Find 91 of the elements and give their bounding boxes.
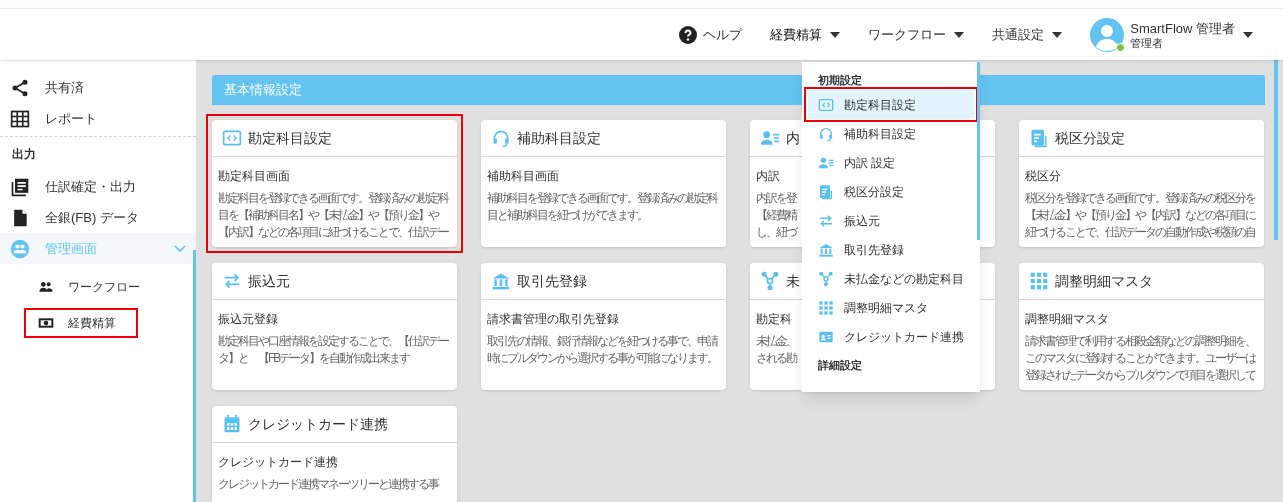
menu-item[interactable]: 内訳 設定 [808, 148, 974, 177]
money-icon [38, 315, 54, 331]
card-subtitle: 勘定科目画面 [218, 168, 290, 185]
caret-icon [954, 31, 965, 38]
menu-item[interactable]: クレジットカード連携 [808, 322, 974, 351]
card-subtitle: 調整明細マスタ [1025, 311, 1109, 328]
card-subtitle: 補助科目画面 [487, 168, 559, 185]
admin-icon [10, 238, 30, 259]
settings-card[interactable]: 調整明細マスタ 調整明細マスタ 請求書管理で利用する相殺金額などの調整明細を、 このマスタに登録することができます。ユーザーは 登録されたデータからプルダウンで項目を選択して [1019, 263, 1264, 390]
grid-icon [1029, 271, 1049, 291]
menu-item[interactable]: 取引先登録 [808, 235, 974, 264]
headset-icon [818, 125, 834, 142]
arrows-icon [818, 212, 834, 229]
settings-card[interactable]: 取引先登録 請求書管理の取引先登録 取引先の情報、銀行情報などを紐つける事で、申請 時にプルダウンから選択する事が可能になります。 [481, 263, 726, 390]
nav-menu[interactable]: 共通設定 [992, 14, 1063, 55]
arrows-icon [222, 271, 242, 291]
bank-icon [491, 271, 511, 291]
scrollbar[interactable] [1274, 60, 1278, 240]
avatar-icon[interactable] [1090, 17, 1125, 52]
sidebar-item[interactable]: 共有済 [0, 72, 196, 103]
nodes-icon [818, 270, 834, 287]
calendar-icon [222, 414, 242, 434]
share-icon [10, 77, 30, 98]
help-icon [679, 25, 698, 44]
table-icon [10, 108, 30, 129]
user-menu[interactable]: SmartFlow 管理者 管理者 [1130, 20, 1253, 49]
journal-icon [10, 176, 30, 197]
card-subtitle: 税区分 [1025, 168, 1061, 185]
scrollbar[interactable] [977, 62, 980, 240]
chevron-icon [174, 244, 186, 253]
menu-item[interactable]: 調整明細マスタ [808, 293, 974, 322]
card-description: 補助科目を登録できる画面です。登録済みの勘定科 目と補助科目を紐づけができます。 [487, 190, 717, 224]
document-icon [1029, 128, 1049, 148]
sidebar-subitem[interactable]: ワークフロー [26, 274, 146, 300]
document-icon [818, 183, 834, 200]
card-title: 税区分設定 [1055, 128, 1125, 148]
sidebar-subitem[interactable]: 経費精算 [26, 310, 136, 336]
card-description: 勘定科目や口座情報を設定することで、【仕訳デー タ】と 【FBデータ】を自動作成出来ます [218, 333, 448, 367]
card-description: クレジットカード連携マネーツリーと連携する事 [218, 476, 438, 493]
settings-card[interactable]: 勘定科目設定 勘定科目画面 勘定科目を登録できる画面です。登録済みの勘定科 目を【補助科目名】や【未払金】や【預り金】や 【内訳】などの各項目に紐づけることで、仕訳デー [212, 120, 457, 247]
card-description: 税区分を登録できる画面です。登録済みの税区分を 【未払金】や【預り金】や【内訳】などの各項目に 紐づけることで、仕訳データの自動作成や税額の自 [1025, 190, 1255, 241]
sidebar-item[interactable]: 全銀(FB) データ [0, 202, 196, 233]
card-description: 未払金、 される勘 [756, 333, 796, 367]
card-title: 勘定科目設定 [248, 128, 332, 148]
nodes-icon [760, 271, 780, 291]
bank-icon [818, 241, 834, 258]
user-name: SmartFlow 管理者 [1130, 20, 1235, 37]
card-title: 取引先登録 [517, 271, 587, 291]
menu-item[interactable]: 勘定科目設定 [808, 90, 974, 119]
code-icon [222, 128, 242, 148]
person-list-icon [760, 128, 780, 148]
nav-menu[interactable]: 経費精算 [770, 14, 841, 55]
sidebar-item[interactable]: レポート [0, 103, 196, 134]
user-role: 管理者 [1130, 36, 1165, 49]
menu-heading: 詳細設定 [817, 357, 863, 373]
card-description: 勘定科目を登録できる画面です。登録済みの勘定科 目を【補助科目名】や【未払金】や【預り金】や 【内訳】などの各項目に紐づけることで、仕訳デー [218, 190, 448, 241]
caret-icon [830, 31, 841, 38]
help-link[interactable]: ヘルプ [679, 24, 743, 45]
settings-card[interactable]: 補助科目設定 補助科目画面 補助科目を登録できる画面です。登録済みの勘定科 目と補助科目を紐づけができます。 [481, 120, 726, 247]
card-description: 取引先の情報、銀行情報などを紐つける事で、申請 時にプルダウンから選択する事が可能になります。 [487, 333, 717, 367]
settings-card[interactable]: 振込元 振込元登録 勘定科目や口座情報を設定することで、【仕訳デー タ】と 【FBデータ】を自動作成出来ます [212, 263, 457, 390]
grid-icon [818, 299, 834, 316]
headset-icon [491, 128, 511, 148]
card-subtitle: クレジットカード連携 [218, 454, 338, 471]
card-title: 未 [786, 271, 800, 291]
menu-item[interactable]: 税区分設定 [808, 177, 974, 206]
settings-card[interactable]: クレジットカード連携 クレジットカード連携 クレジットカード連携マネーツリーと連携する事 [212, 406, 457, 502]
card-title: 内 [786, 128, 800, 148]
menu-heading: 初期設定 [817, 72, 863, 88]
card-description: 内訳を登 【経費精 し、紐づ [756, 190, 796, 241]
card-title: 調整明細マスタ [1055, 271, 1153, 291]
section-heading: 出力 [11, 146, 37, 163]
sidebar-item[interactable]: 仕訳確定・出力 [0, 171, 196, 202]
card-description: 請求書管理で利用する相殺金額などの調整明細を、 このマスタに登録することができます。ユーザーは 登録されたデータからプルダウンで項目を選択して [1025, 333, 1255, 384]
people-icon [38, 279, 54, 295]
menu-item[interactable]: 未払金などの勘定科目 [808, 264, 974, 293]
card-subtitle: 勘定科 [756, 311, 792, 328]
card-title: クレジットカード連携 [248, 414, 388, 434]
nav-menu[interactable]: ワークフロー [868, 14, 965, 55]
code-icon [818, 96, 834, 113]
card-title: 補助科目設定 [517, 128, 601, 148]
card-subtitle: 請求書管理の取引先登録 [487, 311, 619, 328]
scrollbar[interactable] [193, 250, 196, 502]
card-title: 振込元 [248, 271, 290, 291]
card-subtitle: 振込元登録 [218, 311, 278, 328]
caret-icon [1052, 31, 1063, 38]
menu-item[interactable]: 補助科目設定 [808, 119, 974, 148]
caret-icon [1243, 31, 1253, 38]
settings-card[interactable]: 税区分設定 税区分 税区分を登録できる画面です。登録済みの税区分を 【未払金】や【預り金】や【内訳】などの各項目に 紐づけることで、仕訳データの自動作成や税額の自 [1019, 120, 1264, 247]
card-subtitle: 内訳 [756, 168, 780, 185]
menu-item[interactable]: 振込元 [808, 206, 974, 235]
